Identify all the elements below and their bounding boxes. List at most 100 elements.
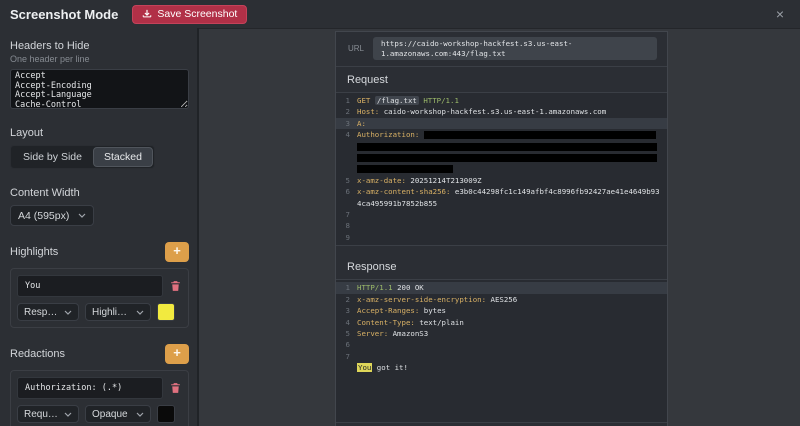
line-number: 4 [336,129,350,140]
code-token: 20251214T213009Z [410,176,481,185]
headers-to-hide-label: Headers to Hide [10,40,189,52]
screenshot-preview-area: URL https://caido-workshop-hackfest.s3.u… [199,28,800,426]
chevron-down-icon [78,213,86,218]
request-line: 4ca495991b7852b855 [336,198,667,209]
line-number: 1 [336,95,350,106]
response-line: 2x-amz-server-side-encryption: AES256 [336,294,667,305]
code-token: Content-Type: [357,318,415,327]
line-number [336,198,350,209]
highlight-action-select[interactable]: Highlight [85,303,151,321]
delete-highlight-icon[interactable] [169,279,182,293]
response-editor: 1 HTTP/1.1 200 OK 2x-amz-server-side-encry… [336,279,667,423]
line-number: 3 [336,118,350,129]
url-label: URL [348,44,364,53]
code-token: GET [357,96,370,105]
code-token: Host: [357,107,379,116]
line-number: 5 [336,328,350,339]
redactions-label: Redactions [10,348,65,360]
highlight-scope-select[interactable]: Respo... [17,303,79,321]
screenshot-preview-panel: URL https://caido-workshop-hackfest.s3.u… [335,31,668,426]
redaction-block [424,131,656,139]
layout-option-stacked[interactable]: Stacked [93,147,153,167]
request-section-title: Request [336,67,667,92]
response-line: 4 Content-Type: text/plain [336,317,667,328]
code-token: AES256 [491,295,518,304]
page-title: Screenshot Mode [10,7,118,22]
request-line: 8 [336,220,667,231]
add-redaction-button[interactable]: + [165,344,189,364]
code-token: AmazonS3 [393,329,429,338]
line-number: 4 [336,317,350,328]
redaction-action-value: Opaque [92,409,128,420]
close-icon[interactable]: × [770,5,790,23]
headers-to-hide-textarea[interactable]: Accept Accept-Encoding Accept-Language C… [10,69,189,109]
redaction-color-swatch[interactable] [157,405,175,423]
layout-label: Layout [10,127,189,139]
code-token: /flag.txt [375,96,419,105]
request-line [336,163,667,174]
request-editor: 1 GET /flag.txt HTTP/1.1 2 Host: caido-work… [336,92,667,246]
redaction-action-select[interactable]: Opaque [85,405,151,423]
request-line: 9 [336,232,667,243]
response-section-title: Response [336,254,667,279]
line-number: 2 [336,106,350,117]
request-line: 1 GET /flag.txt HTTP/1.1 [336,95,667,106]
save-screenshot-button[interactable]: Save Screenshot [132,5,247,24]
code-token: text/plain [419,318,464,327]
code-token: bytes [424,306,446,315]
line-number [336,141,350,152]
code-token: caido-workshop-hackfest.s3.us-east-1.ama… [384,107,606,116]
highlight-scope-value: Respo... [24,307,58,318]
redaction-block [357,165,453,173]
redaction-block [357,154,657,162]
line-number [336,152,350,163]
line-number: 6 [336,339,350,350]
request-line: 6x-amz-content-sha256: e3b0c44298fc1c149… [336,186,667,197]
code-token: Accept-Ranges: [357,306,419,315]
delete-redaction-icon[interactable] [169,381,182,395]
line-number: 1 [336,282,350,293]
request-line: 5x-amz-date: 20251214T213009Z [336,175,667,186]
response-line: 5Server: AmazonS3 [336,328,667,339]
request-line [336,152,667,163]
code-token: 200 OK [397,283,424,292]
headers-to-hide-sublabel: One header per line [10,54,189,64]
line-number: 2 [336,294,350,305]
highlight-item: Respo... Highlight [10,268,189,328]
highlight-color-swatch[interactable] [157,303,175,321]
code-token: e3b0c44298fc1c149afbf4c8996fb92427ae41e4… [455,187,660,196]
request-line [336,141,667,152]
chevron-down-icon [136,412,144,417]
modal-header: Screenshot Mode Save Screenshot × [0,0,800,28]
chevron-down-icon [64,412,72,417]
code-token: HTTP/1.1 [357,283,393,292]
request-line: 7 [336,209,667,220]
redaction-scope-value: Request [24,409,58,420]
content-width-select[interactable]: A4 (595px) [10,205,94,226]
redaction-pattern-input[interactable] [17,377,163,399]
content-width-label: Content Width [10,187,189,199]
redaction-scope-select[interactable]: Request [17,405,79,423]
line-number: 6 [336,186,350,197]
redaction-item: Request Opaque Group 1 [10,370,189,426]
highlights-label: Highlights [10,246,58,258]
code-token: 4ca495991b7852b855 [357,199,437,208]
preview-url-row: URL https://caido-workshop-hackfest.s3.u… [336,32,667,67]
code-token: Authorization: [357,130,419,139]
line-number: 3 [336,305,350,316]
code-token: HTTP/1.1 [423,96,459,105]
response-line: 7 [336,351,667,362]
highlight-pattern-input[interactable] [17,275,163,297]
response-line: You got it! [336,362,667,373]
code-token: got it! [372,363,408,372]
add-highlight-button[interactable]: + [165,242,189,262]
section-gap [336,246,667,254]
response-line: 6 [336,339,667,350]
highlight-mark: You [357,363,372,372]
line-number [336,362,350,373]
chevron-down-icon [64,310,72,315]
request-line: 2 Host: caido-workshop-hackfest.s3.us-eas… [336,106,667,117]
layout-option-side-by-side[interactable]: Side by Side [12,147,93,167]
response-line: 1 HTTP/1.1 200 OK [336,282,667,293]
layout-segmented-control: Side by Side Stacked [10,145,155,169]
